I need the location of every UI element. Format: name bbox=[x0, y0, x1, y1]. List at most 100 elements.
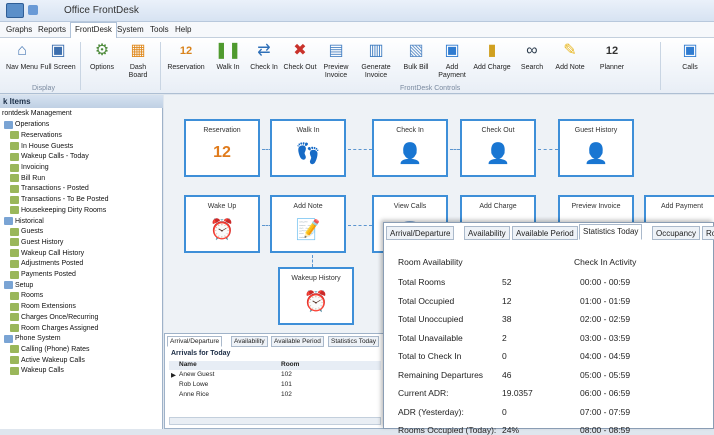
tab-ro[interactable]: Ro bbox=[702, 226, 714, 240]
sidebar-item[interactable]: Invoicing bbox=[10, 163, 49, 172]
sidebar-item-label: Wakeup Calls bbox=[21, 367, 64, 375]
app-logo-icon[interactable] bbox=[6, 3, 24, 18]
sidebar-item[interactable]: Reservations bbox=[10, 131, 62, 140]
sidebar-item-label: Transactions - To Be Posted bbox=[21, 196, 109, 204]
menu-system[interactable]: System bbox=[117, 25, 144, 34]
horizontal-scrollbar[interactable] bbox=[169, 417, 381, 425]
generate-invoice-button[interactable]: ▥ Generate Invoice bbox=[356, 40, 396, 80]
tab-available-period[interactable]: Available Period bbox=[271, 336, 324, 347]
full-screen-button[interactable]: ▣ Full Screen bbox=[40, 40, 76, 72]
tile-wakeup-history[interactable]: Wakeup History ⏰ bbox=[278, 267, 354, 325]
column-header-name[interactable]: Name bbox=[179, 361, 197, 368]
check-in-hour: 04:00 - 04:59 bbox=[580, 351, 631, 361]
folder-icon bbox=[4, 334, 13, 343]
binoculars-icon: ∞ bbox=[526, 42, 538, 59]
tile-check-out[interactable]: Check Out 👤 bbox=[460, 119, 536, 177]
nav-menu-button[interactable]: ⌂ Nav Menu bbox=[4, 40, 40, 72]
calls-button[interactable]: ▣ Calls bbox=[672, 40, 708, 72]
tile-label: Add Charge bbox=[479, 203, 517, 210]
stat-value: 0 bbox=[502, 351, 507, 361]
folder-icon bbox=[4, 281, 13, 290]
sidebar-item[interactable]: Wakeup Calls bbox=[10, 366, 64, 375]
item-icon bbox=[10, 291, 19, 300]
sidebar-item[interactable]: Historical bbox=[4, 217, 44, 225]
alarm-clock-icon: ⏰ bbox=[209, 218, 235, 241]
check-in-button[interactable]: ⇄ Check In bbox=[246, 40, 282, 72]
sidebar-item-label: Historical bbox=[15, 217, 44, 225]
sidebar-item[interactable]: Room Extensions bbox=[10, 302, 76, 311]
table-row[interactable]: Rob Lowe 101 bbox=[169, 381, 381, 390]
folder-icon bbox=[4, 120, 13, 129]
item-icon bbox=[10, 163, 19, 172]
item-icon bbox=[10, 249, 19, 258]
column-header-room[interactable]: Room bbox=[281, 361, 299, 368]
arrow-out-icon: ✖ bbox=[293, 42, 307, 59]
sidebar-item[interactable]: Active Wakeup Calls bbox=[10, 356, 85, 365]
sidebar-item[interactable]: Operations bbox=[4, 120, 49, 129]
sidebar-item[interactable]: Calling (Phone) Rates bbox=[10, 345, 89, 354]
sidebar-item[interactable]: rontdesk Management bbox=[2, 110, 72, 117]
check-out-button[interactable]: ✖ Check Out bbox=[282, 40, 318, 72]
sidebar-item[interactable]: Room Charges Assigned bbox=[10, 324, 98, 332]
sidebar-item[interactable]: Rooms bbox=[10, 291, 43, 300]
sidebar-item[interactable]: Payments Posted bbox=[10, 270, 76, 279]
reservation-button[interactable]: 12 Reservation bbox=[164, 40, 208, 72]
tab-arrival-departure[interactable]: Arrival/Departure bbox=[386, 226, 455, 240]
tab-arrival-departure[interactable]: Arrival/Departure bbox=[167, 336, 223, 347]
table-row[interactable]: Anne Rice 102 bbox=[169, 391, 381, 400]
sidebar-item[interactable]: Transactions - Posted bbox=[10, 184, 89, 193]
add-payment-button[interactable]: ▣ Add Payment bbox=[434, 40, 470, 80]
calls-icon: ▣ bbox=[682, 42, 698, 59]
tile-label: Add Payment bbox=[660, 203, 704, 210]
sidebar-item[interactable]: Phone System bbox=[4, 334, 61, 343]
ribbon: ⌂ Nav Menu ▣ Full Screen Display ⚙ Optio… bbox=[0, 38, 714, 94]
tab-availability[interactable]: Availability bbox=[464, 226, 510, 240]
sidebar-item[interactable]: Guest History bbox=[10, 238, 63, 247]
sidebar-item[interactable]: Wakeup Call History bbox=[10, 249, 84, 258]
dashboard-button[interactable]: ▦ Dash Board bbox=[120, 40, 156, 80]
tile-check-in[interactable]: Check In 👤 bbox=[372, 119, 448, 177]
sidebar-item[interactable]: Housekeeping Dirty Rooms bbox=[10, 206, 106, 215]
menu-graphs[interactable]: Graphs bbox=[6, 25, 32, 34]
tab-available-period[interactable]: Available Period bbox=[512, 226, 578, 240]
menu-reports[interactable]: Reports bbox=[38, 25, 66, 34]
sidebar-item[interactable]: Adjustments Posted bbox=[10, 259, 83, 268]
bulk-bill-button[interactable]: ▧ Bulk Bill bbox=[398, 40, 434, 72]
tile-reservation[interactable]: Reservation 12 bbox=[184, 119, 260, 177]
sidebar-item[interactable]: Charges Once/Recurring bbox=[10, 313, 98, 322]
search-button[interactable]: ∞ Search bbox=[514, 40, 550, 72]
table-row[interactable]: ▶ Anew Guest 102 bbox=[169, 371, 381, 380]
tab-occupancy[interactable]: Occupancy bbox=[652, 226, 701, 240]
menu-help[interactable]: Help bbox=[175, 25, 191, 34]
sidebar-item[interactable]: Wakeup Calls - Today bbox=[10, 152, 89, 161]
check-in-hour: 00:00 - 00:59 bbox=[580, 277, 631, 287]
tab-availability[interactable]: Availability bbox=[231, 336, 268, 347]
planner-button[interactable]: 12 Planner bbox=[594, 40, 630, 72]
add-charge-button[interactable]: ▮ Add Charge bbox=[472, 40, 512, 72]
sidebar-item[interactable]: Guests bbox=[10, 227, 43, 236]
tile-label: Walk In bbox=[296, 127, 320, 134]
walk-in-button[interactable]: ❚❚ Walk In bbox=[210, 40, 246, 72]
sidebar-item[interactable]: Bill Run bbox=[10, 174, 45, 183]
sidebar-item[interactable]: Setup bbox=[4, 281, 33, 290]
quick-access-icon[interactable] bbox=[28, 5, 38, 15]
preview-invoice-button[interactable]: ▤ Preview Invoice bbox=[318, 40, 354, 80]
tile-walk-in[interactable]: Walk In 👣 bbox=[270, 119, 346, 177]
tile-add-note[interactable]: Add Note 📝 bbox=[270, 195, 346, 253]
tab-statistics-today[interactable]: Statistics Today bbox=[579, 224, 643, 240]
item-icon bbox=[10, 345, 19, 354]
options-button[interactable]: ⚙ Options bbox=[84, 40, 120, 72]
add-note-button[interactable]: ✎ Add Note bbox=[550, 40, 590, 72]
ribbon-group-display: Display bbox=[32, 85, 55, 92]
guest-room: 101 bbox=[281, 381, 292, 388]
tab-statistics-today[interactable]: Statistics Today bbox=[328, 336, 380, 347]
menu-frontdesk[interactable]: FrontDesk bbox=[70, 22, 117, 38]
tile-guest-history[interactable]: Guest History 👤 bbox=[558, 119, 634, 177]
sidebar-item[interactable]: Transactions - To Be Posted bbox=[10, 195, 109, 204]
calendar-icon: 12 bbox=[179, 45, 193, 57]
menu-tools[interactable]: Tools bbox=[150, 25, 169, 34]
guest-name: Rob Lowe bbox=[179, 381, 209, 388]
item-icon bbox=[10, 131, 19, 140]
tile-wake-up[interactable]: Wake Up ⏰ bbox=[184, 195, 260, 253]
sidebar-item[interactable]: In House Guests bbox=[10, 142, 73, 151]
